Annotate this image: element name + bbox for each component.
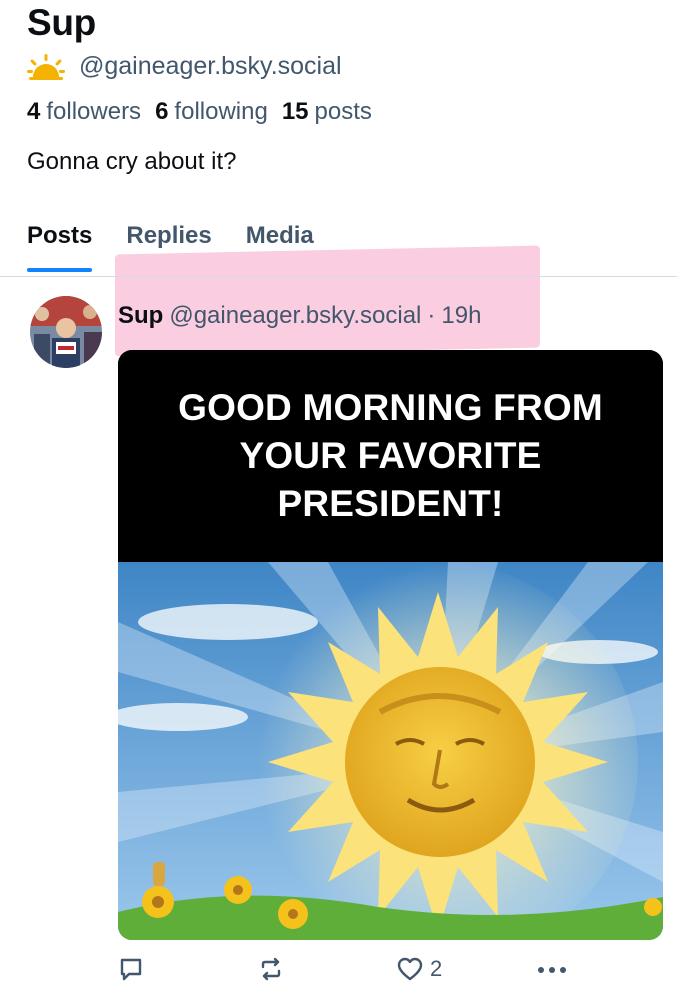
- like-button[interactable]: 2: [396, 956, 442, 982]
- profile-handle: @gaineager.bsky.social: [79, 52, 342, 80]
- followers-count: 4: [27, 98, 41, 125]
- profile-handle-row: @gaineager.bsky.social: [27, 52, 342, 81]
- post-meta: Sup @gaineager.bsky.social · 19h: [118, 302, 481, 330]
- post-meta-separator: ·: [427, 302, 436, 329]
- followers-label: followers: [46, 98, 142, 125]
- profile-bio: Gonna cry about it?: [27, 148, 237, 175]
- following-link[interactable]: 6 following: [155, 98, 268, 126]
- tab-posts[interactable]: Posts: [27, 222, 93, 272]
- image-caption-band: GOOD MORNING FROM YOUR FAVORITE PRESIDEN…: [118, 350, 663, 562]
- post-author-name[interactable]: Sup: [118, 302, 163, 330]
- like-count: 2: [430, 956, 443, 981]
- posts-stat: 15 posts: [282, 98, 372, 126]
- more-dots-icon: [538, 967, 566, 973]
- profile-tabs: Posts Replies Media: [27, 222, 314, 272]
- tab-media[interactable]: Media: [246, 222, 314, 264]
- sun-baby-illustration: [118, 562, 663, 940]
- post-actions: 2: [118, 956, 573, 990]
- post-author-avatar[interactable]: [30, 296, 102, 368]
- profile-stats: 4 followers 6 following 15 posts: [27, 98, 372, 126]
- reply-button[interactable]: [118, 956, 144, 982]
- tab-replies[interactable]: Replies: [126, 222, 211, 264]
- tab-replies-label: Replies: [126, 222, 212, 249]
- following-label: following: [174, 98, 268, 125]
- post-author-handle[interactable]: @gaineager.bsky.social: [169, 302, 421, 330]
- profile-page: Sup @gaineager.bsky.social 4 followers 6…: [0, 0, 677, 1000]
- post-timestamp[interactable]: 19h: [441, 302, 481, 330]
- heart-icon: [397, 957, 423, 981]
- repost-button[interactable]: [258, 956, 284, 982]
- comment-icon: [120, 958, 142, 981]
- tab-media-label: Media: [245, 222, 314, 249]
- post-image[interactable]: GOOD MORNING FROM YOUR FAVORITE PRESIDEN…: [118, 350, 663, 940]
- image-caption-text: GOOD MORNING FROM YOUR FAVORITE PRESIDEN…: [178, 387, 603, 524]
- sun-emoji-icon: [27, 53, 65, 80]
- profile-display-name: Sup: [27, 2, 96, 43]
- repost-icon: [261, 957, 281, 981]
- posts-count: 15: [281, 98, 309, 125]
- active-tab-indicator: [27, 268, 93, 272]
- posts-label: posts: [314, 98, 372, 125]
- tab-posts-label: Posts: [27, 222, 93, 249]
- avatar-image: [30, 296, 102, 368]
- following-count: 6: [155, 98, 169, 125]
- followers-link[interactable]: 4 followers: [27, 98, 141, 126]
- more-options-button[interactable]: [536, 960, 568, 980]
- tabs-divider: [0, 276, 677, 277]
